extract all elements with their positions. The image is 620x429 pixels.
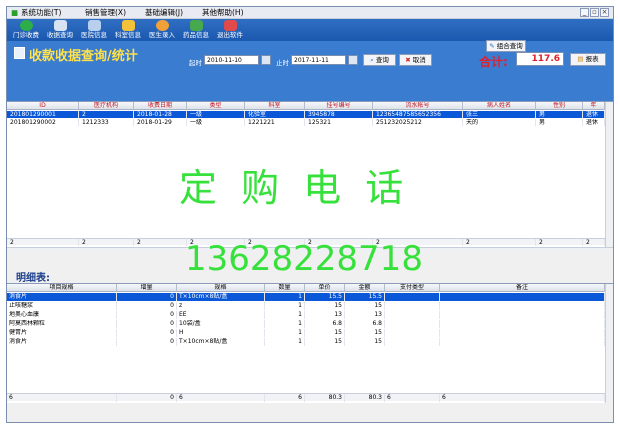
document-icon: [53, 20, 67, 31]
close-icon[interactable]: ×: [600, 8, 609, 17]
toolbar-department-info[interactable]: 科室信息: [113, 20, 143, 40]
total-label: 合计:: [479, 55, 508, 69]
table-row[interactable]: 地奥心血康 0 EE 1 13 13: [7, 311, 605, 319]
cancel-icon: ✖: [405, 56, 411, 64]
table-row[interactable]: 止咳糖浆 0 z 1 15 15: [7, 302, 605, 310]
pencil-icon: ✎: [489, 42, 495, 50]
table-row-selected[interactable]: 消食片 0 T×10cm×8贴/盒 1 15.5 15.5: [7, 293, 605, 301]
toolbar: 门诊收费 收据查询 医院信息 科室信息 医生录入 药品信息 退出软件: [7, 19, 613, 41]
col-header[interactable]: 备注: [440, 284, 605, 292]
app-icon: ■: [11, 8, 19, 17]
col-header[interactable]: 项目规格: [7, 284, 117, 292]
menu-system[interactable]: 系统功能(T): [21, 8, 61, 18]
table-row[interactable]: 阿莫西林颗粒 0 10袋/盒 1 6.8 6.8: [7, 320, 605, 328]
doctor-icon: [155, 20, 169, 31]
col-header[interactable]: 流水帐号: [373, 102, 463, 110]
exit-icon: [223, 20, 237, 31]
restore-icon[interactable]: ▫: [590, 8, 599, 17]
col-header[interactable]: 病人姓名: [463, 102, 536, 110]
app-window: ■ 系统功能(T) 销售管理(X) 基础编辑(J) 其他帮助(H) _ ▫ × …: [6, 6, 614, 423]
people-icon: [121, 20, 135, 31]
table-footer: 6 0 6 6 80.3 80.3 6 6: [7, 393, 605, 402]
toolbar-outpatient-fee[interactable]: 门诊收费: [11, 20, 41, 40]
menu-bar: ■ 系统功能(T) 销售管理(X) 基础编辑(J) 其他帮助(H) _ ▫ ×: [7, 7, 613, 19]
table-row[interactable]: 消食片 0 T×10cm×8贴/盒 1 15 15: [7, 338, 605, 346]
table-row[interactable]: 201801290002 1212333 2018-01-29 一级 12212…: [7, 119, 605, 126]
col-header[interactable]: 支付类型: [385, 284, 440, 292]
col-header[interactable]: 类型: [187, 102, 245, 110]
calendar-icon[interactable]: [348, 55, 358, 65]
table-header: ID 医疗机构 收费日期 类型 科室 挂号编号 流水帐号 病人姓名 性别 年: [7, 102, 605, 110]
printer-icon: ▤: [577, 55, 584, 63]
detail-table: 项目规格 增量 规格 数量 单价 金额 支付类型 备注 消食片 0 T×10cm…: [7, 283, 613, 403]
toolbar-receipt-query[interactable]: 收据查询: [45, 20, 75, 40]
report-icon: [14, 47, 25, 59]
search-button[interactable]: ⌕ 查询: [363, 54, 396, 66]
table-row-selected[interactable]: 201801290001 2 2018-01-28 一级 化验室 3945878…: [7, 111, 605, 118]
table-row[interactable]: 健胃片 0 H 1 15 15: [7, 329, 605, 337]
col-header[interactable]: 挂号编号: [305, 102, 373, 110]
page-title: 收款收据查询/统计: [29, 49, 138, 64]
watermark-phone: 13628228718: [185, 239, 423, 279]
combo-query-button[interactable]: ✎ 组合查询: [486, 40, 526, 52]
start-date-input[interactable]: 2010-11-10: [204, 55, 259, 65]
menu-basic[interactable]: 基础编辑(J): [145, 8, 183, 18]
search-icon: ⌕: [370, 56, 374, 64]
col-header[interactable]: 增量: [117, 284, 177, 292]
window-icon: [189, 20, 203, 31]
col-header[interactable]: 金额: [345, 284, 385, 292]
col-header[interactable]: 年: [583, 102, 605, 110]
minimize-icon[interactable]: _: [580, 8, 589, 17]
toolbar-hospital-info[interactable]: 医院信息: [79, 20, 109, 40]
end-date-label: 止时: [276, 59, 289, 67]
watermark-title: 定 购 电 话: [179, 166, 410, 210]
table-header: 项目规格 增量 规格 数量 单价 金额 支付类型 备注: [7, 284, 605, 292]
col-header[interactable]: 数量: [265, 284, 305, 292]
menu-sales[interactable]: 销售管理(X): [85, 8, 126, 18]
start-date-label: 起时: [189, 59, 202, 67]
toolbar-doctor-entry[interactable]: 医生录入: [147, 20, 177, 40]
cancel-button[interactable]: ✖ 取消: [399, 54, 432, 66]
vertical-scrollbar[interactable]: [605, 284, 613, 403]
col-header[interactable]: ID: [7, 102, 79, 110]
col-header[interactable]: 单价: [305, 284, 345, 292]
building-icon: [87, 20, 101, 31]
toolbar-drug-info[interactable]: 药品信息: [181, 20, 211, 40]
col-header[interactable]: 科室: [245, 102, 305, 110]
col-header[interactable]: 收费日期: [134, 102, 187, 110]
toolbar-exit[interactable]: 退出软件: [215, 20, 245, 40]
col-header[interactable]: 医疗机构: [79, 102, 134, 110]
vertical-scrollbar[interactable]: [605, 102, 613, 247]
detail-title: 明细表:: [16, 273, 50, 284]
report-button[interactable]: ▤ 报表: [570, 53, 606, 66]
end-date-input[interactable]: 2017-11-11: [291, 55, 346, 65]
money-icon: [19, 20, 33, 31]
total-value: 117.6: [516, 52, 564, 66]
col-header[interactable]: 性别: [536, 102, 583, 110]
col-header[interactable]: 规格: [177, 284, 265, 292]
calendar-icon[interactable]: [261, 55, 271, 65]
menu-help[interactable]: 其他帮助(H): [202, 8, 244, 18]
